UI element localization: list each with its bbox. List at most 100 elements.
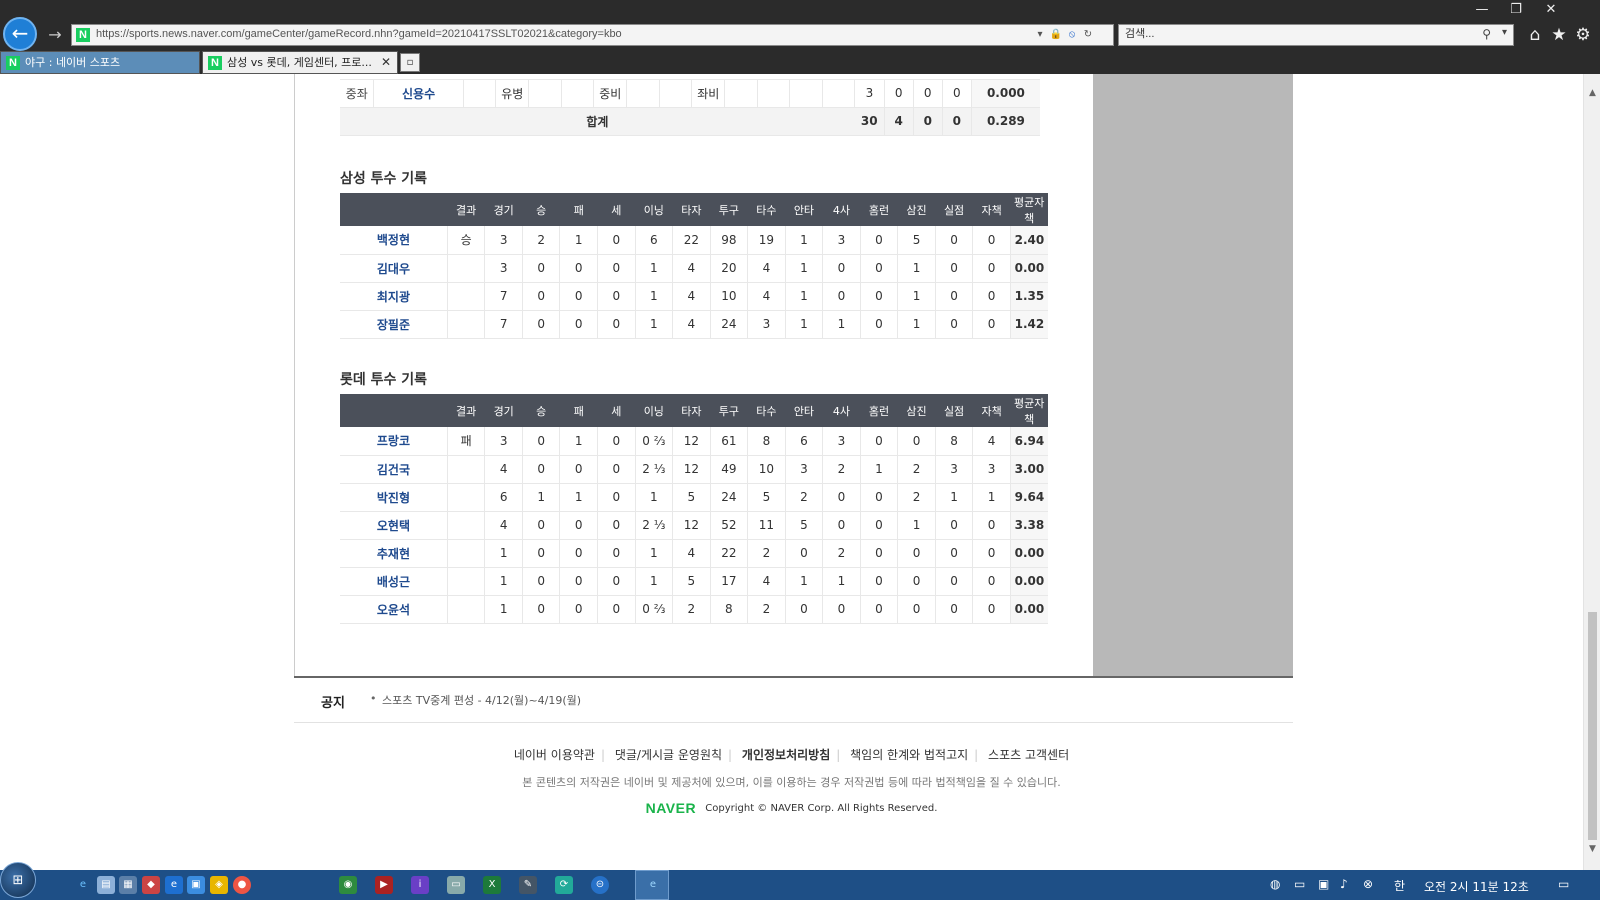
home-icon[interactable]: ⌂ <box>1524 24 1546 46</box>
samsung-pitching-table: 결과 경기 승 패 세 이닝 타자 투구 타수 안타 4사 홈런 삼진 실점 자책 평균자책 백정현 승 3 2 1 0… <box>340 193 1048 339</box>
close-window-icon[interactable]: ✕ <box>1533 0 1569 20</box>
volume-icon[interactable]: ♪ <box>1340 877 1348 891</box>
stat-cell: 6 <box>785 427 824 456</box>
inning-cell <box>626 79 660 108</box>
player-name-link[interactable]: 장필준 <box>340 310 448 339</box>
forward-button[interactable]: → <box>44 24 66 46</box>
player-name-link[interactable]: 오윤석 <box>340 595 448 624</box>
footer-link-legal[interactable]: 책임의 한계와 법적고지 <box>844 748 974 762</box>
stat-cell: 0 <box>522 455 561 484</box>
messenger-icon[interactable]: ⊝ <box>591 876 609 894</box>
tab-naver-baseball[interactable]: N 야구 : 네이버 스포츠 <box>0 51 200 74</box>
refresh-icon[interactable]: ↻ <box>1081 27 1095 43</box>
player-name-link[interactable]: 오현택 <box>340 511 448 540</box>
footer-link-terms[interactable]: 네이버 이용약관 <box>508 748 601 762</box>
excel-icon[interactable]: X <box>483 876 501 894</box>
app-icon[interactable]: ◆ <box>142 876 160 894</box>
footer-link-support[interactable]: 스포츠 고객센터 <box>982 748 1075 762</box>
stat-cell: 3 <box>972 455 1011 484</box>
ie-icon[interactable]: e <box>74 876 92 894</box>
right-sidebar <box>1093 74 1293 676</box>
scroll-up-icon[interactable]: ▲ <box>1584 88 1600 98</box>
player-name-link[interactable]: 프랑코 <box>340 427 448 456</box>
stat-cell: 1 <box>822 310 861 339</box>
lock-icon[interactable]: 🔒 <box>1049 27 1063 43</box>
player-name-link[interactable]: 박진형 <box>340 483 448 512</box>
player-name-link[interactable]: 김대우 <box>340 254 448 283</box>
footer-link-comment-policy[interactable]: 댓글/게시글 운영원칙 <box>609 748 728 762</box>
close-circle-icon[interactable]: ⊗ <box>1363 877 1373 891</box>
player-name-link[interactable]: 신용수 <box>373 79 464 108</box>
store-icon[interactable]: ▣ <box>187 876 205 894</box>
player-name-link[interactable]: 배성근 <box>340 567 448 596</box>
column-header: 실점 <box>935 394 973 427</box>
stat-cell: 2 ⅓ <box>635 511 674 540</box>
stat-cell: 0 <box>559 254 599 283</box>
compat-icon[interactable]: ⦸ <box>1065 27 1079 43</box>
stat-cell: 0 <box>597 455 636 484</box>
minimize-icon[interactable]: — <box>1464 0 1500 20</box>
edge-icon[interactable]: e <box>165 876 183 894</box>
close-tab-icon[interactable]: ✕ <box>381 52 391 73</box>
notification-icon[interactable]: ▭ <box>1558 877 1569 891</box>
new-tab-button[interactable]: ▫ <box>400 53 420 72</box>
player-name-link[interactable]: 추재현 <box>340 539 448 568</box>
explorer-icon[interactable]: ▦ <box>119 876 137 894</box>
info-icon[interactable]: i <box>411 876 429 894</box>
vertical-scrollbar[interactable]: ▲ ▼ <box>1583 74 1600 870</box>
table-header-row: 결과 경기 승 패 세 이닝 타자 투구 타수 안타 4사 홈런 삼진 실점 자책 평균자책 <box>340 193 1048 226</box>
stat-cell: 0 <box>972 254 1011 283</box>
stat-cell: 22 <box>672 226 711 255</box>
back-button[interactable]: ← <box>3 17 37 51</box>
stat-cell: 4 <box>747 567 786 596</box>
naver-logo[interactable]: NAVER <box>646 800 696 816</box>
url-text[interactable]: https://sports.news.naver.com/gameCenter… <box>96 28 622 40</box>
pin-icon[interactable]: ✎ <box>519 876 537 894</box>
stat-cell: 7 <box>484 310 523 339</box>
dropdown-icon[interactable]: ▾ <box>1033 27 1047 43</box>
inning-cell <box>724 79 758 108</box>
gear-icon[interactable]: ⚙ <box>1572 24 1594 46</box>
chat-icon[interactable]: ◈ <box>210 876 228 894</box>
sync-icon[interactable]: ⟳ <box>555 876 573 894</box>
document-icon[interactable]: ▤ <box>97 876 115 894</box>
stat-cell: 0 <box>822 511 861 540</box>
stat-cell: 0 <box>522 511 561 540</box>
ime-icon[interactable]: 한 <box>1394 877 1405 894</box>
search-box[interactable]: ⚲ ▾ <box>1118 24 1514 46</box>
chrome-icon[interactable]: ● <box>233 876 251 894</box>
player-name-link[interactable]: 김건국 <box>340 455 448 484</box>
stat-cell: 0 <box>860 595 899 624</box>
notice-label: 공지 <box>321 696 345 711</box>
table-row: 오현택 4 0 0 0 2 ⅓ 12 52 11 5 0 0 1 0 0 3.38 <box>340 511 1048 540</box>
globe-icon[interactable]: ◉ <box>339 876 357 894</box>
clock[interactable]: 오전 2시 11분 12초 <box>1424 878 1529 895</box>
favorites-star-icon[interactable]: ★ <box>1548 24 1570 46</box>
address-bar[interactable]: N https://sports.news.naver.com/gameCent… <box>71 24 1114 46</box>
search-input[interactable] <box>1125 28 1465 40</box>
ie-taskbar-button-active[interactable]: e <box>635 870 669 900</box>
network-icon[interactable]: ▣ <box>1318 877 1329 891</box>
printer-icon[interactable]: ▭ <box>447 876 465 894</box>
player-name-link[interactable]: 최지광 <box>340 282 448 311</box>
footer-link-privacy[interactable]: 개인정보처리방침 <box>736 748 836 762</box>
scroll-down-icon[interactable]: ▼ <box>1584 844 1600 854</box>
start-button[interactable]: ⊞ <box>0 862 36 898</box>
stat-cell: 2 <box>822 455 861 484</box>
column-header: 결과 <box>447 394 485 427</box>
search-icon[interactable]: ⚲ <box>1482 27 1491 41</box>
stat-cell: 2.40 <box>1010 226 1048 255</box>
scroll-thumb[interactable] <box>1588 612 1597 840</box>
restore-icon[interactable]: ❐ <box>1498 0 1534 20</box>
media-icon[interactable]: ▶ <box>375 876 393 894</box>
player-name-link[interactable]: 백정현 <box>340 226 448 255</box>
stat-cell: 30 <box>854 107 885 136</box>
table-header-row: 결과 경기 승 패 세 이닝 타자 투구 타수 안타 4사 홈런 삼진 실점 자책 평균자책 <box>340 394 1048 427</box>
network-globe-icon[interactable]: ◍ <box>1270 877 1280 891</box>
stat-cell: 2 <box>747 539 786 568</box>
battery-icon[interactable]: ▭ <box>1294 877 1305 891</box>
tab-game-center[interactable]: N 삼성 vs 롯데, 게임센터, 프로... ✕ <box>202 51 398 74</box>
stat-cell: 0 <box>597 254 636 283</box>
notice-link[interactable]: 스포츠 TV중계 편성 - 4/12(월)~4/19(월) <box>382 692 581 708</box>
chevron-down-icon[interactable]: ▾ <box>1502 27 1507 38</box>
